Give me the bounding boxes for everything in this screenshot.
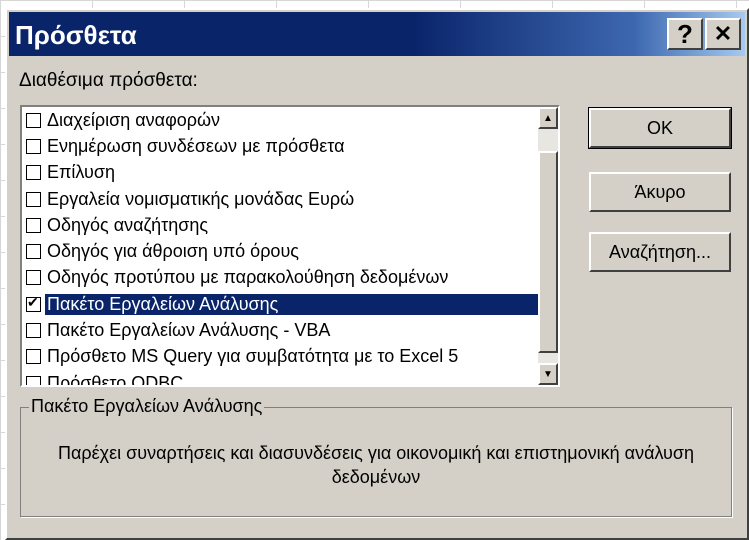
addin-list-item[interactable]: Πακέτο Εργαλείων Ανάλυσης bbox=[24, 291, 558, 317]
addin-list-item[interactable]: Επίλυση bbox=[24, 160, 536, 186]
search-button-label: Αναζήτηση... bbox=[609, 241, 711, 262]
addin-label: Εργαλεία νομισματικής μονάδας Ευρώ bbox=[47, 188, 355, 209]
addin-label: Πακέτο Εργαλείων Ανάλυσης bbox=[45, 293, 558, 315]
addin-list-item[interactable]: Πρόσθετο MS Query για συμβατότητα με το … bbox=[24, 344, 536, 370]
addin-checkbox[interactable] bbox=[26, 375, 41, 385]
addin-list-item[interactable]: Οδηγός προτύπου με παρακολούθηση δεδομέν… bbox=[24, 265, 536, 291]
addins-listbox[interactable]: Διαχείριση αναφορών Ενημέρωση συνδέσεων μ… bbox=[20, 105, 560, 387]
addin-checkbox[interactable] bbox=[26, 323, 41, 339]
addin-label: Πακέτο Εργαλείων Ανάλυσης - VBA bbox=[47, 320, 331, 341]
scroll-down-button[interactable]: ▼ bbox=[538, 363, 558, 385]
ok-button[interactable]: OK bbox=[588, 107, 732, 149]
addin-checkbox[interactable] bbox=[26, 165, 41, 181]
addin-list-item[interactable]: Διαχείριση αναφορών bbox=[24, 107, 536, 133]
addin-label: Οδηγός αναζήτησης bbox=[47, 214, 209, 235]
cancel-button[interactable]: Άκυρο bbox=[589, 172, 731, 212]
addin-checkbox[interactable] bbox=[26, 138, 41, 154]
help-button[interactable]: ? bbox=[667, 18, 703, 50]
addin-list-item[interactable]: Ενημέρωση συνδέσεων με πρόσθετα bbox=[24, 133, 536, 159]
addin-checkbox[interactable] bbox=[26, 217, 41, 233]
addin-label: Πρόσθετο MS Query για συμβατότητα με το … bbox=[47, 346, 459, 367]
addin-list-item[interactable]: Εργαλεία νομισματικής μονάδας Ευρώ bbox=[24, 186, 536, 212]
description-text: Παρέχει συναρτήσεις και διασυνδέσεις για… bbox=[57, 443, 695, 487]
addin-list-item[interactable]: Πακέτο Εργαλείων Ανάλυσης - VBA bbox=[24, 317, 536, 343]
addin-label: Οδηγός για άθροιση υπό όρους bbox=[47, 241, 299, 262]
addin-list-item[interactable]: Οδηγός αναζήτησης bbox=[24, 212, 536, 238]
title-bar: Πρόσθετα ? ✕ bbox=[9, 12, 745, 56]
addin-label: Πρόσθετο ODBC bbox=[47, 372, 184, 387]
addin-checkbox[interactable] bbox=[26, 244, 41, 260]
arrow-up-icon: ▲ bbox=[543, 112, 553, 124]
addin-checkbox[interactable] bbox=[26, 294, 41, 312]
addin-label: Διαχείριση αναφορών bbox=[47, 109, 221, 130]
addin-list-item[interactable]: Οδηγός για άθροιση υπό όρους bbox=[24, 238, 536, 264]
list-scrollbar[interactable]: ▲ ▼ bbox=[538, 107, 558, 385]
addin-checkbox[interactable] bbox=[26, 349, 41, 365]
close-icon: ✕ bbox=[713, 21, 733, 46]
arrow-down-icon: ▼ bbox=[543, 368, 553, 380]
addin-list-item[interactable]: Πρόσθετο ODBC bbox=[24, 370, 536, 387]
description-groupbox: Πακέτο Εργαλείων Ανάλυσης Παρέχει συναρτ… bbox=[20, 396, 733, 518]
addin-checkbox[interactable] bbox=[26, 112, 41, 128]
scroll-thumb[interactable] bbox=[538, 151, 558, 353]
addin-label: Ενημέρωση συνδέσεων με πρόσθετα bbox=[47, 135, 345, 156]
scroll-up-button[interactable]: ▲ bbox=[538, 107, 558, 129]
addin-label: Επίλυση bbox=[47, 162, 115, 183]
description-title: Πακέτο Εργαλείων Ανάλυσης bbox=[29, 396, 265, 417]
addins-list-label: Διαθέσιμα πρόσθετα: bbox=[19, 70, 198, 91]
close-button[interactable]: ✕ bbox=[705, 18, 741, 50]
search-button[interactable]: Αναζήτηση... bbox=[589, 232, 731, 272]
dialog-title: Πρόσθετα bbox=[15, 20, 137, 50]
addin-checkbox[interactable] bbox=[26, 270, 41, 286]
addins-dialog: Πρόσθετα ? ✕ Διαθέσιμα πρόσθετα: Διαχείρ… bbox=[5, 8, 749, 540]
addins-list: Διαχείριση αναφορών Ενημέρωση συνδέσεων μ… bbox=[24, 107, 558, 387]
addin-checkbox[interactable] bbox=[26, 191, 41, 207]
addin-label: Οδηγός προτύπου με παρακολούθηση δεδομέν… bbox=[47, 267, 449, 288]
